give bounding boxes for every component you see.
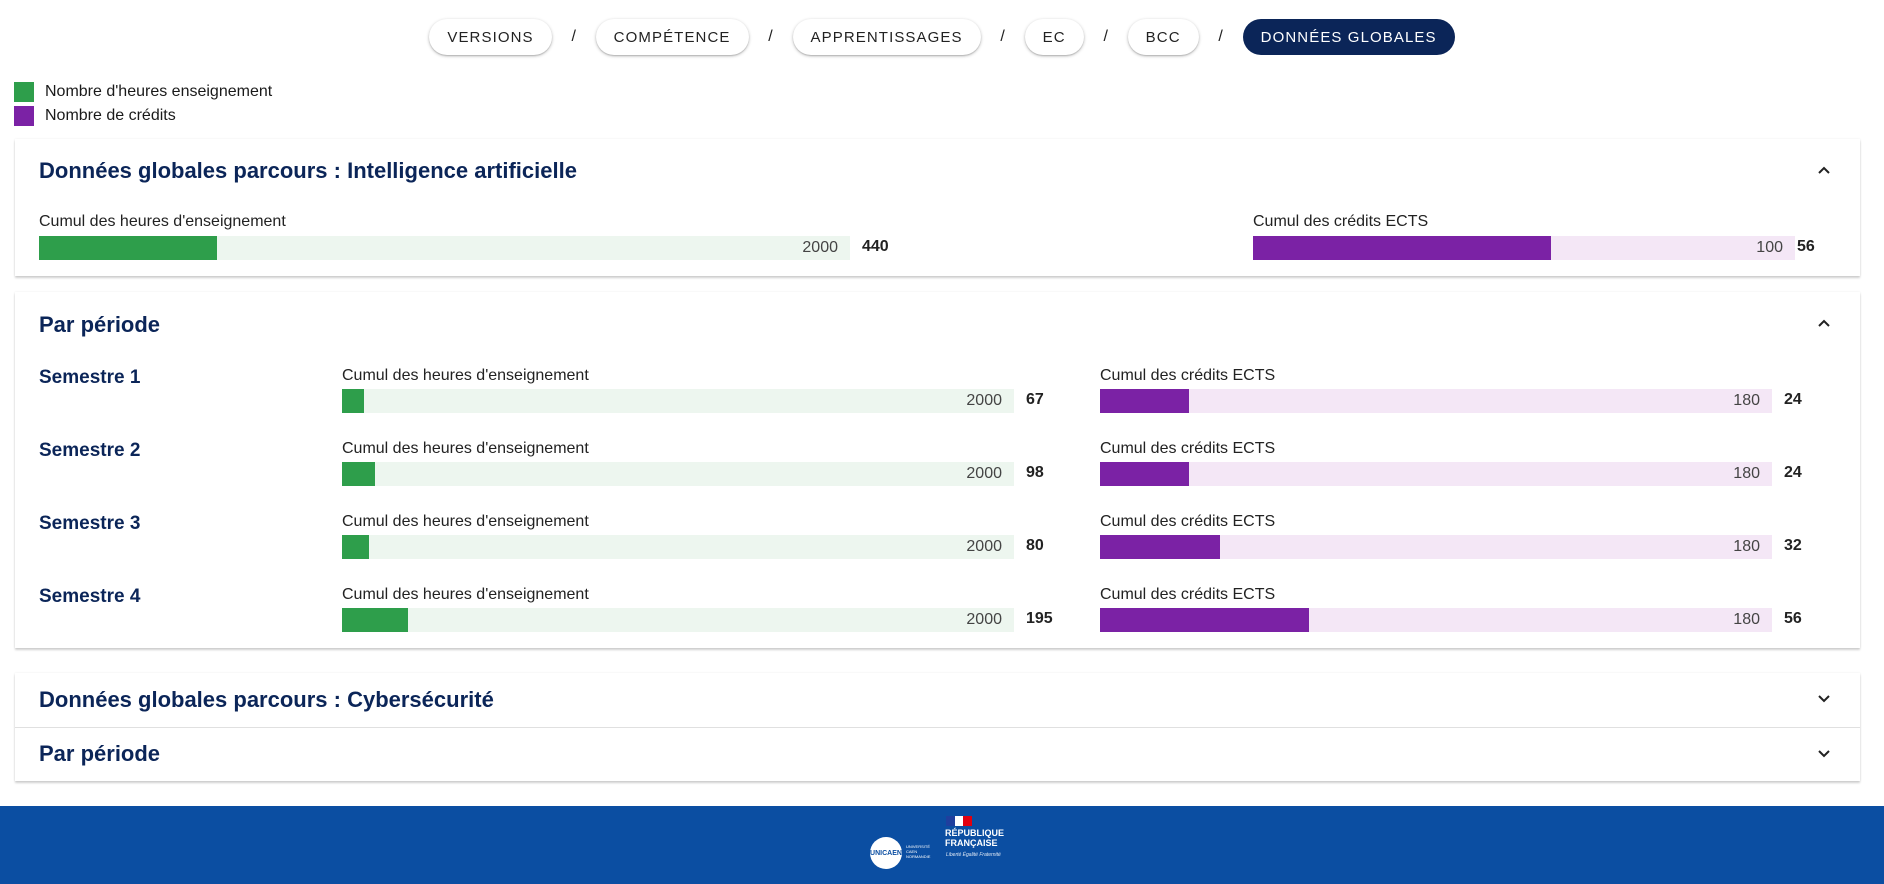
hours-progress-bar: 2000 [342,389,1014,413]
credits-bar-label: Cumul des crédits ECTS [1100,586,1276,603]
breadcrumb-ec[interactable]: EC [1024,19,1084,55]
credits-bar-value: 56 [1784,610,1802,627]
credits-bar-label: Cumul des crédits ECTS [1100,367,1276,384]
breadcrumb-bcc[interactable]: BCC [1127,19,1199,55]
breadcrumb: VERSIONS / COMPÉTENCE / APPRENTISSAGES /… [0,19,1884,55]
rf-line1: RÉPUBLIQUE [945,828,1005,838]
credits-progress-bar: 180 [1100,462,1772,486]
breadcrumb-donnees-globales[interactable]: DONNÉES GLOBALES [1242,19,1455,55]
legend-label-credits: Nombre de crédits [45,107,176,124]
hours-progress-fill [342,535,369,559]
hours-progress-fill [342,462,375,486]
credits-progress-bar: 100 [1253,236,1795,260]
hours-progress-fill [342,389,365,413]
unicaen-logo[interactable]: UNICAEN [870,837,902,869]
semester-title: Semestre 1 [39,367,141,388]
hours-bar-max: 2000 [802,239,838,256]
republique-francaise-flag-icon [946,816,973,826]
panel-ia-periods: Par période Semestre 1 Cumul des heures … [15,292,1860,648]
credits-progress-fill [1253,236,1552,260]
panel-title: Données globales parcours : Cybersécurit… [39,687,494,712]
divider [15,727,1860,728]
hours-bar-value: 98 [1026,464,1044,481]
credits-bar-value: 24 [1784,391,1802,408]
credits-bar-value: 56 [1797,238,1815,255]
hours-progress-bar: 2000 [342,462,1014,486]
credits-progress-bar: 180 [1100,389,1772,413]
rf-line2: FRANÇAISE [945,838,998,848]
hours-bar-label: Cumul des heures d'enseignement [342,440,589,457]
hours-progress-bar: 2000 [39,236,850,260]
credits-bar-label: Cumul des crédits ECTS [1100,440,1276,457]
credits-progress-fill [1100,462,1190,486]
breadcrumb-separator: / [1218,28,1223,45]
hours-progress-fill [39,236,217,260]
credits-bar-value: 32 [1784,537,1802,554]
legend-swatch-hours [14,82,34,102]
credits-progress-bar: 180 [1100,535,1772,559]
hours-bar-value: 195 [1026,610,1053,627]
credits-progress-fill [1100,535,1220,559]
hours-progress-bar: 2000 [342,535,1014,559]
credits-progress-bar: 180 [1100,608,1772,632]
hours-progress-bar: 2000 [342,608,1014,632]
chevron-up-icon[interactable] [1816,315,1832,331]
hours-bar-max: 2000 [966,465,1002,482]
panel-ia-global: Données globales parcours : Intelligence… [15,139,1860,276]
credits-bar-max: 180 [1733,611,1760,628]
hours-bar-max: 2000 [966,538,1002,555]
semester-title: Semestre 4 [39,586,141,607]
hours-bar-label: Cumul des heures d'enseignement [342,586,589,603]
breadcrumb-versions[interactable]: VERSIONS [429,19,552,55]
hours-bar-value: 440 [862,238,889,255]
hours-progress-fill [342,608,408,632]
legend-swatch-credits [14,106,34,126]
hours-bar-max: 2000 [966,611,1002,628]
unicaen-logo-text: UNIVERSITÉ CAEN NORMANDIE [906,844,931,859]
hours-bar-max: 2000 [966,392,1002,409]
breadcrumb-apprentissages[interactable]: APPRENTISSAGES [792,19,981,55]
chevron-down-icon[interactable] [1816,691,1832,707]
legend-label-hours: Nombre d'heures enseignement [45,83,273,100]
credits-bar-max: 180 [1733,465,1760,482]
credits-bar-max: 100 [1756,239,1783,256]
hours-bar-label: Cumul des heures d'enseignement [39,213,286,230]
footer: UNICAEN UNIVERSITÉ CAEN NORMANDIE RÉPUBL… [0,806,1884,884]
hours-bar-label: Cumul des heures d'enseignement [342,513,589,530]
breadcrumb-competence[interactable]: COMPÉTENCE [595,19,749,55]
panel-title: Données globales parcours : Intelligence… [39,158,577,183]
panel-cyber: Données globales parcours : Cybersécurit… [15,673,1860,781]
republique-francaise-motto: Liberté Égalité Fraternité [946,852,1001,858]
hours-bar-value: 67 [1026,391,1044,408]
credits-bar-label: Cumul des crédits ECTS [1253,213,1429,230]
breadcrumb-separator: / [1103,28,1108,45]
hours-bar-label: Cumul des heures d'enseignement [342,367,589,384]
credits-progress-fill [1100,608,1309,632]
hours-bar-value: 80 [1026,537,1044,554]
chart-legend: Nombre d'heures enseignement Nombre de c… [14,80,272,128]
credits-bar-value: 24 [1784,464,1802,481]
credits-bar-max: 180 [1733,538,1760,555]
semester-title: Semestre 2 [39,440,141,461]
legend-item-credits: Nombre de crédits [14,104,272,128]
chevron-down-icon[interactable] [1816,746,1832,762]
credits-progress-fill [1100,389,1190,413]
credits-bar-max: 180 [1733,392,1760,409]
breadcrumb-separator: / [768,28,773,45]
semester-title: Semestre 3 [39,513,141,534]
panel-title: Par période [39,741,161,766]
breadcrumb-separator: / [571,28,576,45]
republique-francaise-logo[interactable]: RÉPUBLIQUE FRANÇAISE [945,828,1004,848]
panel-title: Par période [39,312,161,337]
credits-bar-label: Cumul des crédits ECTS [1100,513,1276,530]
legend-item-hours: Nombre d'heures enseignement [14,80,272,104]
breadcrumb-separator: / [1000,28,1005,45]
chevron-up-icon[interactable] [1816,162,1832,178]
